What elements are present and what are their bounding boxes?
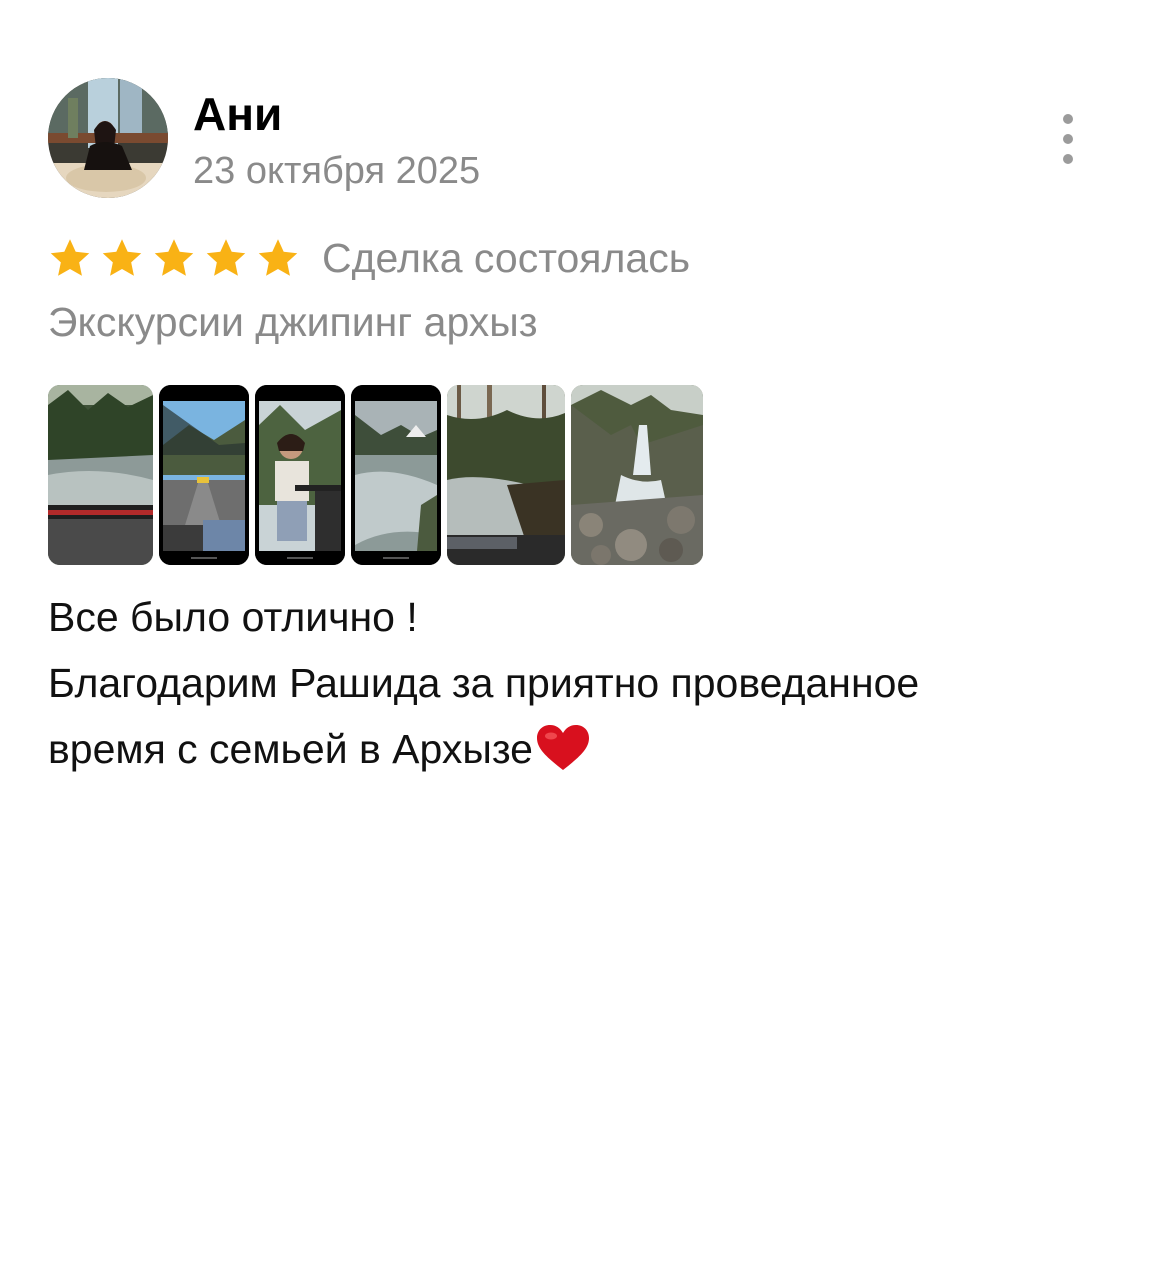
review-photo[interactable] <box>255 385 345 565</box>
more-options-button[interactable] <box>1053 114 1083 164</box>
photo-mountain-river-image <box>351 385 441 565</box>
star-icon <box>102 239 142 276</box>
review-header: Ани 23 октября 2025 <box>48 78 1108 202</box>
review-photo[interactable] <box>48 385 153 565</box>
review-photo[interactable] <box>447 385 565 565</box>
star-icon <box>50 239 90 276</box>
photo-forest-river-image <box>447 385 565 565</box>
review-date: 23 октября 2025 <box>193 150 481 192</box>
avatar-image <box>48 78 168 198</box>
photo-road-image <box>159 385 249 565</box>
deal-status: Сделка состоялась <box>322 234 691 281</box>
rating-row: Сделка состоялась <box>48 228 690 288</box>
service-name[interactable]: Экскурсии джипинг архыз <box>48 296 538 348</box>
more-dot <box>1063 134 1073 144</box>
photo-gallery <box>48 385 703 565</box>
star-icon <box>258 239 298 276</box>
review-text-line: Все было отлично ! <box>48 594 418 640</box>
author-name: Ани <box>193 88 283 140</box>
review-photo[interactable] <box>571 385 703 565</box>
review-text-line: время с семьей в Архызе <box>48 726 533 772</box>
review-text: Все было отлично ! Благодарим Рашида за … <box>48 584 1108 782</box>
avatar[interactable] <box>48 78 168 198</box>
review-photo[interactable] <box>351 385 441 565</box>
photo-girl-image <box>255 385 345 565</box>
more-dot <box>1063 114 1073 124</box>
star-rating <box>48 236 308 280</box>
review-text-line: Благодарим Рашида за приятно проведанное <box>48 660 920 706</box>
heart-icon <box>536 725 589 771</box>
review-photo[interactable] <box>159 385 249 565</box>
review-card: Ани 23 октября 2025 Сделка состоялась Эк… <box>48 78 1108 772</box>
review-text-line-last: время с семьей в Архызе <box>48 716 1108 782</box>
photo-river-image <box>48 385 153 565</box>
star-icon <box>154 239 194 276</box>
photo-waterfall-image <box>571 385 703 565</box>
more-dot <box>1063 154 1073 164</box>
star-icon <box>206 239 246 276</box>
